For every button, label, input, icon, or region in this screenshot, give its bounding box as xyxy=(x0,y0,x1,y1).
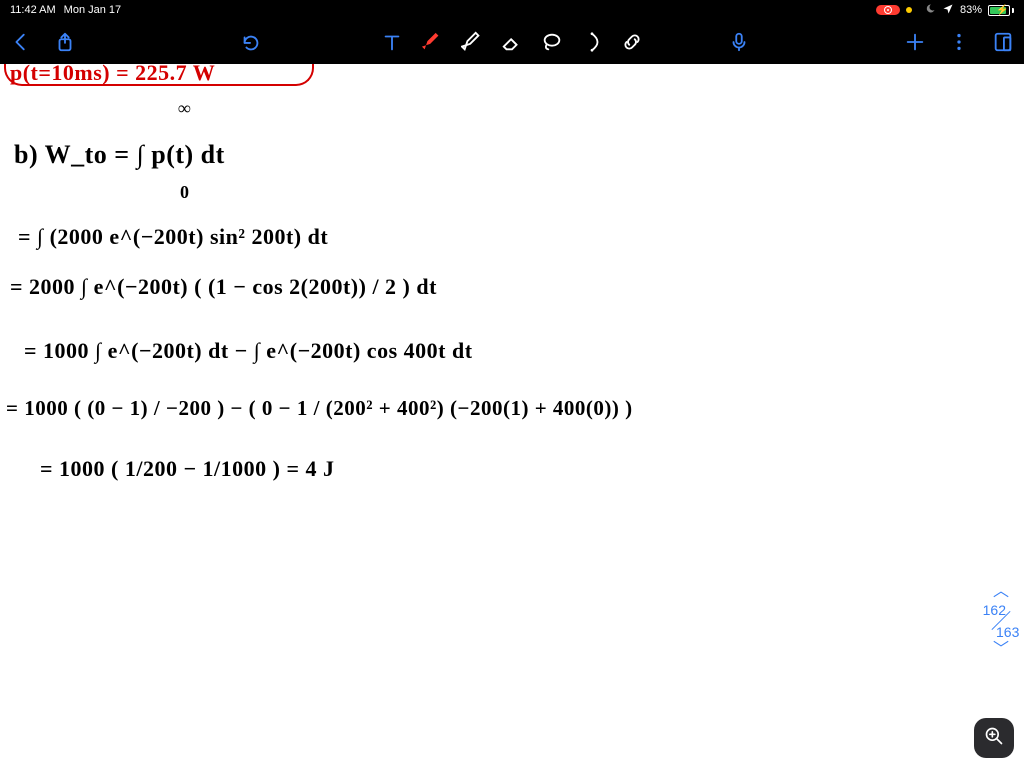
status-date: Mon Jan 17 xyxy=(64,4,121,16)
status-left-cluster: 11:42 AM Mon Jan 17 xyxy=(10,4,121,16)
recording-indicator[interactable] xyxy=(876,5,900,15)
text-tool-icon[interactable] xyxy=(381,31,403,53)
more-vertical-icon[interactable] xyxy=(948,31,970,53)
do-not-disturb-icon xyxy=(906,7,912,13)
location-icon xyxy=(942,3,954,17)
hw-boxed-result: p(t=10ms) = 225.7 W xyxy=(10,64,215,86)
share-icon[interactable] xyxy=(54,31,76,53)
page-fraction: 162 163 xyxy=(984,606,1018,636)
page-total: 163 xyxy=(996,624,1019,640)
moon-icon xyxy=(924,3,936,17)
hw-line-d: = 2000 ∫ e^(−200t) ( (1 − cos 2(200t)) /… xyxy=(10,274,437,300)
battery-percent: 83% xyxy=(960,4,982,16)
page-scrubber[interactable]: ︿ 162 163 ﹀ xyxy=(984,584,1018,658)
chevron-down-icon[interactable]: ﹀ xyxy=(993,642,1009,658)
shape-tool-icon[interactable] xyxy=(581,31,603,53)
toolbar-right-group xyxy=(728,31,1014,53)
zoom-in-button[interactable] xyxy=(974,718,1014,758)
link-tool-icon[interactable] xyxy=(621,31,643,53)
hw-infinity: ∞ xyxy=(178,98,191,119)
hw-line-c: = ∫ (2000 e^(−200t) sin² 200t) dt xyxy=(18,224,328,250)
zoom-in-icon xyxy=(984,726,1004,751)
hw-integral-lower-zero: 0 xyxy=(180,182,190,203)
ipad-status-bar: 11:42 AM Mon Jan 17 83% ⚡ xyxy=(0,0,1024,20)
mic-icon[interactable] xyxy=(728,31,750,53)
chevron-up-icon[interactable]: ︿ xyxy=(993,584,1009,600)
undo-icon[interactable] xyxy=(240,31,262,53)
eraser-icon[interactable] xyxy=(501,31,523,53)
battery-charging-icon: ⚡ xyxy=(988,5,1014,16)
app-toolbar xyxy=(0,20,1024,64)
pen-fill-icon[interactable] xyxy=(421,31,443,53)
status-clock: 11:42 AM xyxy=(10,4,56,16)
hw-line-b: b) W_to = ∫ p(t) dt xyxy=(14,140,225,170)
hw-line-e: = 1000 ∫ e^(−200t) dt − ∫ e^(−200t) cos … xyxy=(24,338,473,364)
page-layout-icon[interactable] xyxy=(992,31,1014,53)
toolbar-tool-group xyxy=(381,31,643,53)
lasso-icon[interactable] xyxy=(541,31,563,53)
note-canvas[interactable]: p(t=10ms) = 225.7 W ∞ b) W_to = ∫ p(t) d… xyxy=(0,64,1024,768)
record-icon xyxy=(884,6,892,14)
status-right-cluster: 83% ⚡ xyxy=(876,3,1014,17)
back-chevron-icon[interactable] xyxy=(10,31,32,53)
hw-line-f: = 1000 ( (0 − 1) / −200 ) − ( 0 − 1 / (2… xyxy=(6,396,633,421)
toolbar-left-group xyxy=(10,31,262,53)
hw-line-g: = 1000 ( 1/200 − 1/1000 ) = 4 J xyxy=(40,456,335,482)
pen-outline-icon[interactable] xyxy=(461,31,483,53)
plus-icon[interactable] xyxy=(904,31,926,53)
